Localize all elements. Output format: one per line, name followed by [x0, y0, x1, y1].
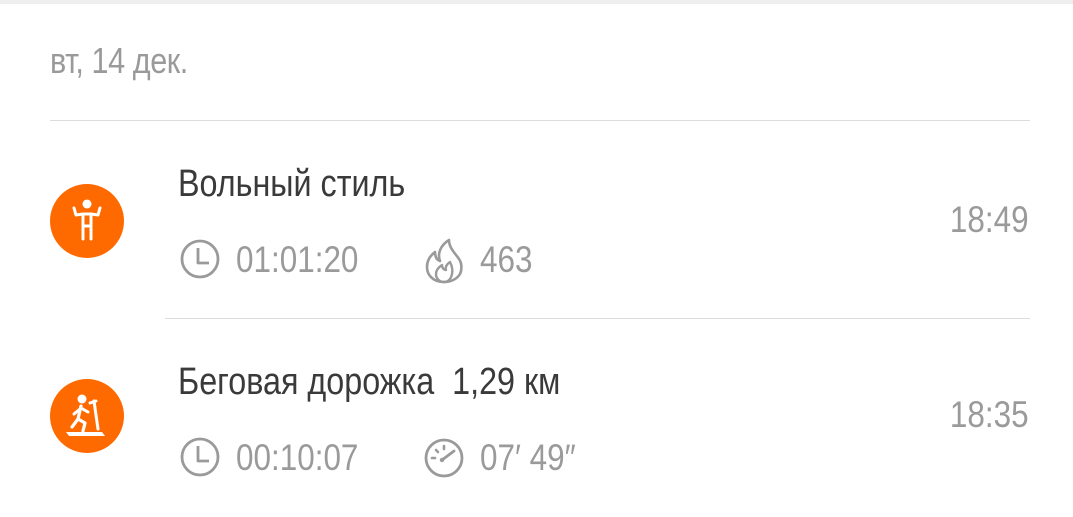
clock-icon — [180, 437, 220, 477]
freestyle-person-icon — [50, 184, 124, 258]
duration-metric: 00:10:07 — [178, 435, 398, 479]
pace-gauge-icon — [424, 438, 464, 478]
clock-icon — [180, 239, 220, 279]
date-header: вт, 14 дек. — [50, 40, 188, 81]
top-strip — [0, 0, 1073, 4]
activity-item-treadmill[interactable]: Беговая дорожка 1,29 км 00:10:07 07′ 49″… — [0, 319, 1073, 517]
duration-value: 01:01:20 — [236, 239, 359, 280]
duration-value: 00:10:07 — [236, 437, 359, 478]
flame-icon — [425, 238, 463, 284]
treadmill-icon — [50, 379, 124, 453]
activity-title: Беговая дорожка 1,29 км — [178, 361, 561, 403]
activity-item-freestyle[interactable]: Вольный стиль 01:01:20 463 18:49 — [0, 121, 1073, 319]
calories-value: 463 — [480, 239, 533, 280]
activity-title: Вольный стиль — [178, 163, 406, 205]
pace-metric: 07′ 49″ — [422, 435, 642, 479]
calories-metric: 463 — [422, 237, 642, 284]
pace-value: 07′ 49″ — [480, 437, 576, 478]
activity-time: 18:35 — [950, 394, 1029, 435]
duration-metric: 01:01:20 — [178, 237, 398, 281]
activity-time: 18:49 — [950, 199, 1029, 240]
